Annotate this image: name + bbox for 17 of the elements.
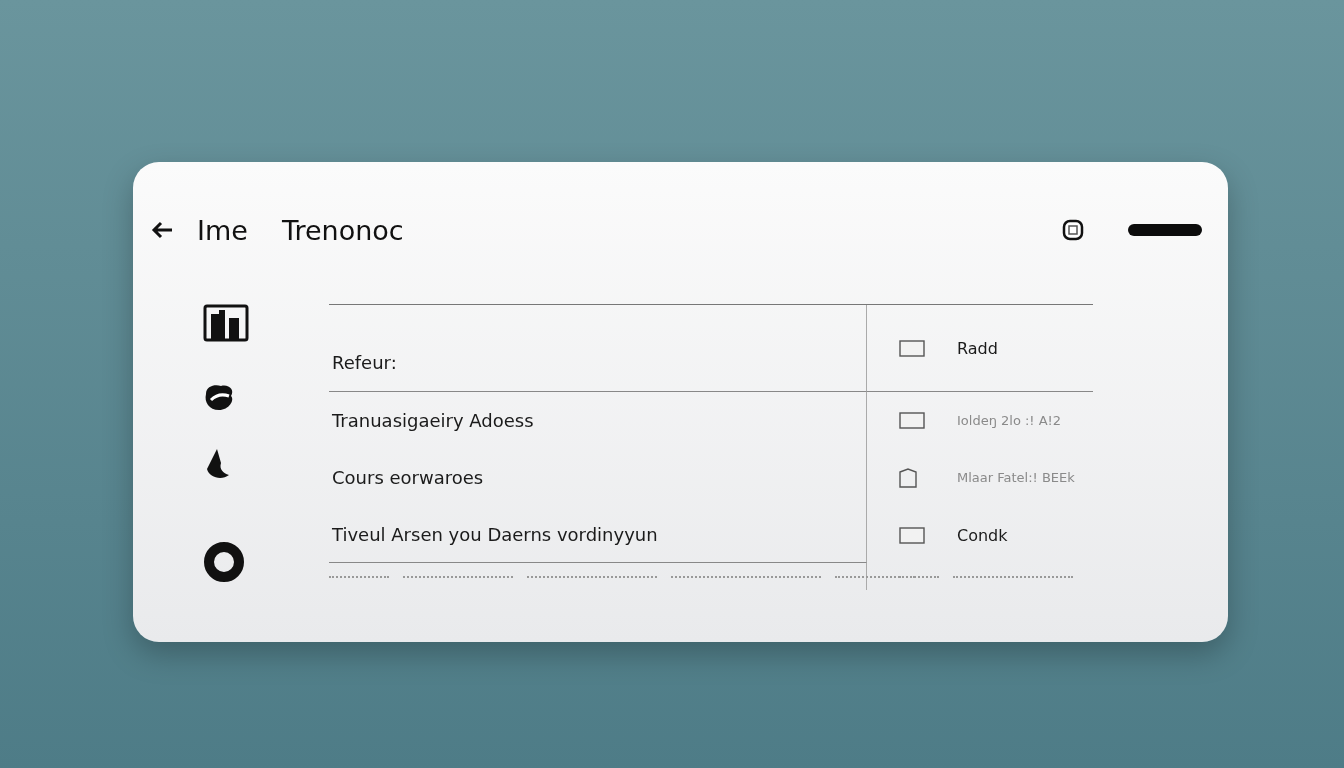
- box-icon: [899, 526, 925, 544]
- header-title: Ime: [197, 214, 248, 246]
- box-icon: [899, 339, 925, 357]
- menu-bar-icon[interactable]: [1128, 224, 1202, 236]
- stamp-icon[interactable]: [1062, 219, 1084, 241]
- house-icon: [899, 467, 917, 488]
- list-row-label[interactable]: Tiveul Arsen you Daerns vordinyyun: [329, 524, 658, 545]
- list-row-label[interactable]: Refeur:: [329, 352, 397, 373]
- list-row-label[interactable]: Cours eorwaroes: [329, 467, 484, 488]
- placeholder-line: [329, 575, 389, 578]
- side-row-label[interactable]: Radd: [957, 338, 998, 358]
- header-subtitle: Trenonoc: [281, 214, 404, 246]
- ring-icon[interactable]: [203, 541, 245, 583]
- back-arrow-icon[interactable]: [151, 221, 173, 239]
- side-row-label[interactable]: Condk: [957, 525, 1008, 545]
- box-icon: [899, 411, 925, 429]
- list-row-label[interactable]: Tranuasigaeiry Adoess: [329, 409, 534, 431]
